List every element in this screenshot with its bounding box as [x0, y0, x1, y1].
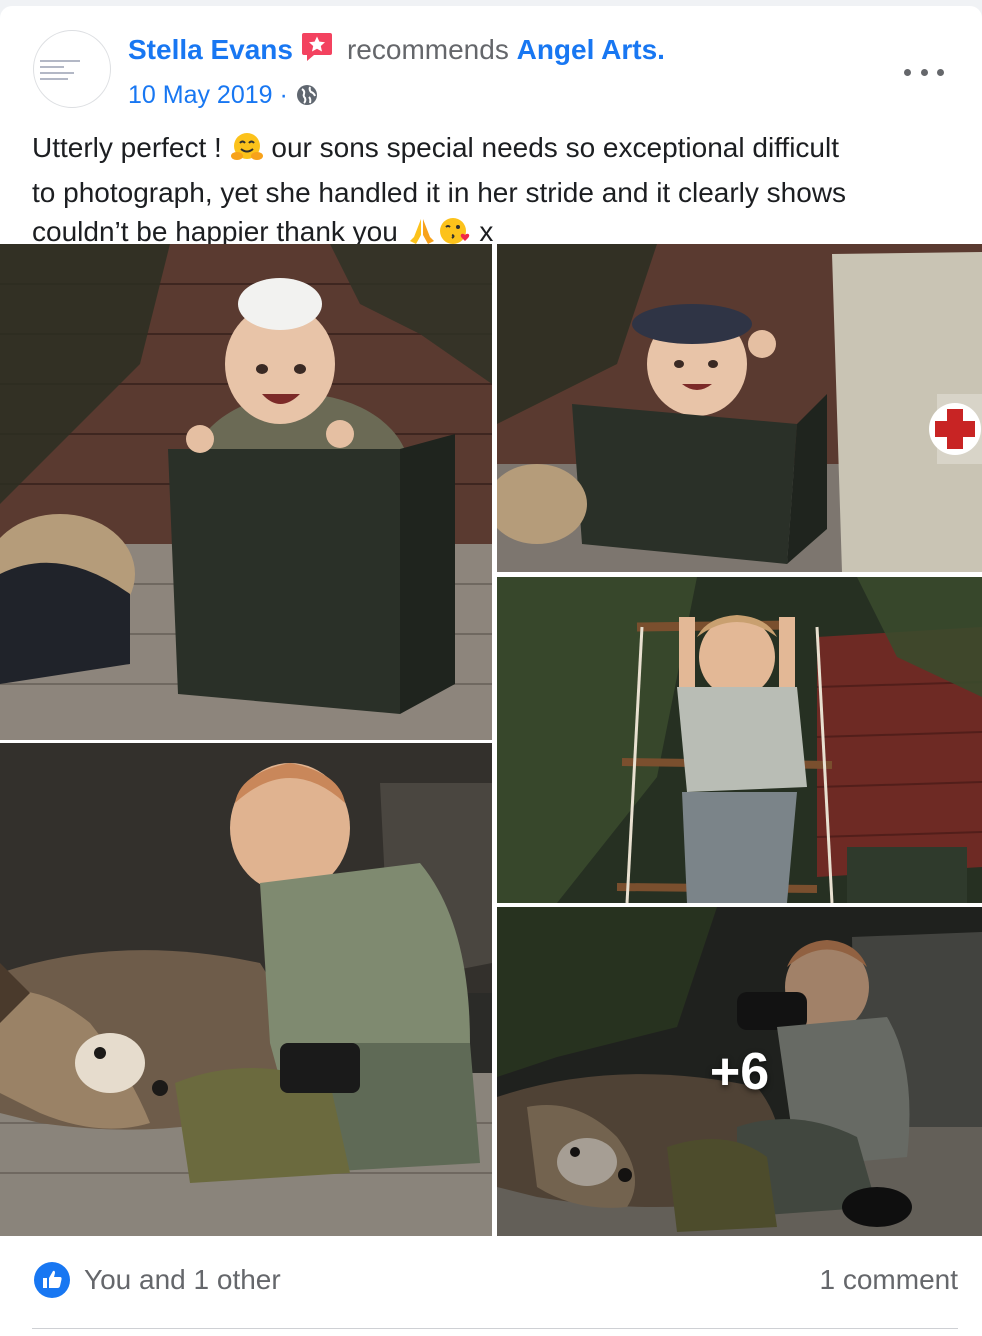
- reactions-text: You and 1 other: [84, 1264, 281, 1295]
- divider: [32, 1328, 958, 1329]
- post-photo[interactable]: [497, 577, 982, 903]
- recommendation-badge-icon: [301, 32, 333, 71]
- avatar[interactable]: [33, 30, 111, 108]
- action-text: recommends: [346, 34, 509, 65]
- post-headline: Stella Evans recommends Angel Arts.: [128, 32, 665, 71]
- post-photo[interactable]: [0, 244, 492, 740]
- page-name[interactable]: Angel Arts: [517, 34, 658, 65]
- post-photo[interactable]: [497, 244, 982, 572]
- more-options-button[interactable]: [904, 62, 944, 82]
- meta-separator: ·: [279, 81, 288, 109]
- comments-count[interactable]: 1 comment: [820, 1260, 959, 1300]
- globe-icon: [295, 82, 319, 116]
- dot: [920, 68, 928, 76]
- post-text: Utterly perfect ! our sons special needs…: [32, 128, 962, 257]
- post-photo[interactable]: [0, 743, 492, 1236]
- dot: [904, 68, 911, 76]
- reactions-summary[interactable]: You and 1 other: [34, 1260, 281, 1300]
- post-date[interactable]: 10 May 2019: [128, 81, 273, 109]
- like-reaction-icon: [34, 1262, 70, 1298]
- post-card: Stella Evans recommends Angel Arts. 10 Ma…: [0, 6, 982, 1336]
- hugging-face-icon: [230, 131, 264, 173]
- dot: [937, 68, 944, 76]
- more-photos-count: +6: [709, 1042, 770, 1101]
- post-photo[interactable]: +6: [497, 907, 982, 1236]
- more-photos-overlay[interactable]: +6: [497, 907, 982, 1236]
- post-meta: 10 May 2019 ·: [128, 78, 319, 116]
- author-name[interactable]: Stella Evans: [128, 34, 293, 65]
